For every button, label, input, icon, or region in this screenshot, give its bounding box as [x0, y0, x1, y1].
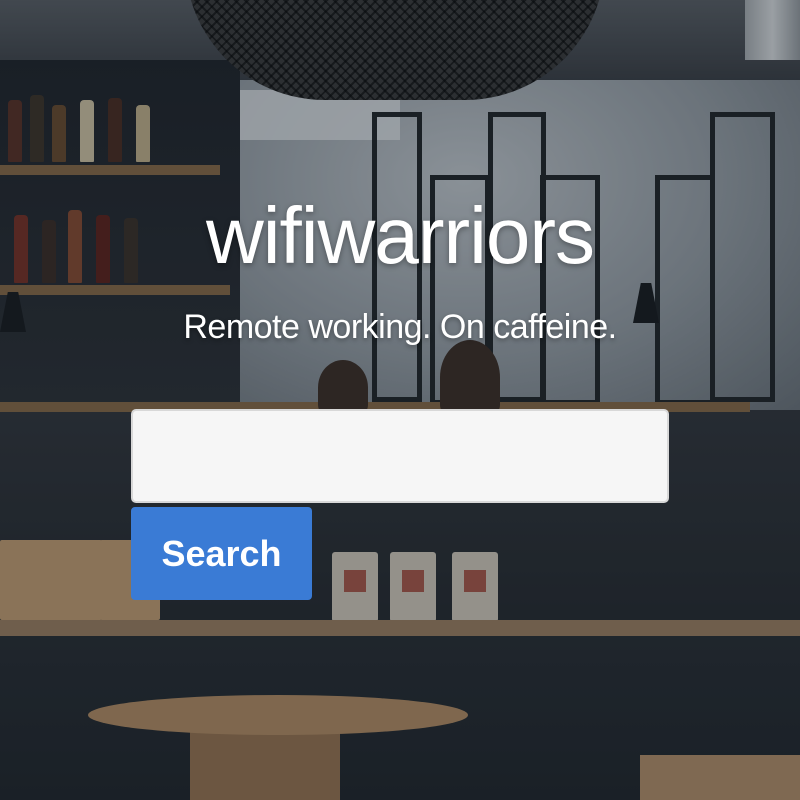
- hero-section: wifiwarriors Remote working. On caffeine…: [0, 0, 800, 800]
- search-input[interactable]: [131, 409, 669, 503]
- brand-title: wifiwarriors: [206, 191, 595, 280]
- tagline: Remote working. On caffeine.: [183, 308, 617, 346]
- dark-overlay: [0, 0, 800, 800]
- search-button[interactable]: Search: [131, 507, 312, 600]
